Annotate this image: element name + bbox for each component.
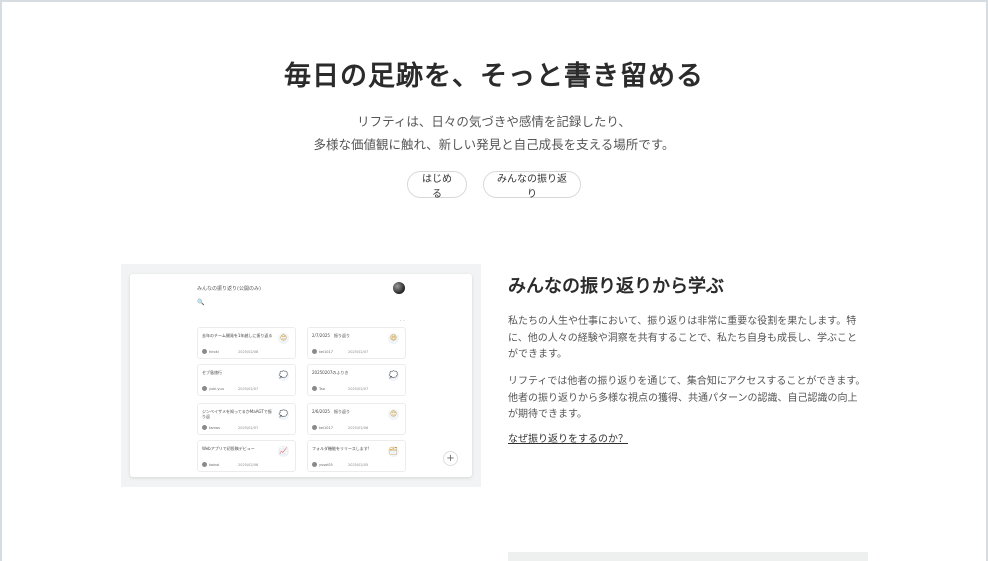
list-item-user: koinoi [202, 462, 219, 467]
chart-icon: 📈 [278, 446, 289, 457]
list-item-title: Webアプリで初投稿デビュー [202, 446, 255, 451]
list-item-user: hiroki [202, 349, 219, 354]
list-item-title: フォルダ機能をリリースします! [312, 446, 370, 451]
search-icon: 🔍 [197, 299, 205, 306]
list-item-title: 20250207のふりき [312, 370, 349, 375]
section-paragraph-2: リフティでは他者の振り返りを通じて、集合知にアクセスすることができます。他者の振… [508, 376, 866, 420]
list-item-date: 2025/02/07 [348, 350, 369, 354]
chat-icon: 💭 [388, 370, 399, 381]
hero-buttons: はじめる みんなの振り返り [0, 171, 988, 200]
everyone-reflections-button[interactable]: みんなの振り返り [483, 171, 581, 200]
add-icon: + [443, 451, 458, 466]
hero-desc-line-2: 多様な価値観に触れ、新しい発見と自己成長を支える場所です。 [313, 137, 675, 152]
list-item-user: kei1017 [312, 349, 333, 354]
list-item: フォルダ機能をリリースします! 🗂 yusei05 2025/02/05 [307, 440, 406, 472]
list-item-date: 2025/02/08 [238, 350, 259, 354]
next-section-edge [508, 552, 868, 561]
list-item-title: セブ島旅行 [202, 370, 222, 375]
list-item-title: 去年のチーム開発を1年越しに振り返る [202, 333, 273, 338]
section-title: みんなの振り返りから学ぶ [508, 276, 724, 297]
list-item: セブ島旅行 💭 yuki.yuu 2025/02/07 [197, 364, 296, 396]
list-item-date: 2025/02/07 [238, 426, 259, 430]
list-item-user: yuki.yuu [202, 386, 224, 391]
list-item-date: 2025/02/06 [348, 426, 369, 430]
section-paragraph-1: 私たちの人生や仕事において、振り返りは非常に重要な役割を果たします。特に、他の人… [508, 316, 857, 360]
list-item: 去年のチーム開発を1年越しに振り返る 😊 hiroki 2025/02/08 [197, 327, 296, 359]
list-item-date: 2025/02/07 [348, 387, 369, 391]
list-item: 2/6/2025 振り返り 😊 kei1017 2025/02/06 [307, 403, 406, 435]
hero-description: リフティは、日々の気づきや感情を記録したり、 多様な価値観に触れ、新しい発見と自… [0, 110, 988, 156]
chat-icon: 💭 [278, 370, 289, 381]
list-item-title: 2/7/2025 振り返り [312, 333, 350, 338]
list-item: Webアプリで初投稿デビュー 📈 koinoi 2025/02/06 [197, 440, 296, 472]
list-item-date: 2025/02/07 [238, 387, 259, 391]
list-item-user: yusei05 [312, 462, 333, 467]
list-item-title: ジンベイザメを知ってるかMaAGTで振り返 [202, 409, 272, 419]
avatar [393, 282, 405, 294]
folder-icon: 🗂 [388, 446, 399, 457]
preview-card: みんなの振り返り(公開のみ) 🔍 · · 去年のチーム開発を1年越しに振り返る … [130, 274, 472, 477]
start-button[interactable]: はじめる [407, 171, 467, 200]
chat-icon: 💭 [278, 409, 289, 420]
list-item-date: 2025/02/06 [238, 463, 259, 467]
list-item-date: 2025/02/05 [348, 463, 369, 467]
hero-title: 毎日の足跡を、そっと書き留める [284, 61, 704, 92]
list-item-user: Tao [312, 386, 325, 391]
list-item: 2/7/2025 振り返り 😄 kei1017 2025/02/07 [307, 327, 406, 359]
list-item: 20250207のふりき 💭 Tao 2025/02/07 [307, 364, 406, 396]
why-reflect-link[interactable]: なぜ振り返りをするのか？ [508, 430, 628, 445]
list-item: ジンベイザメを知ってるかMaAGTで振り返 💭 tamas 2025/02/07 [197, 403, 296, 435]
hero-desc-line-1: リフティは、日々の気づきや感情を記録したり、 [357, 114, 631, 129]
preview-title: みんなの振り返り(公開のみ) [197, 286, 261, 292]
list-item-user: tamas [202, 425, 220, 430]
more-icon: · · [400, 318, 405, 324]
list-item-user: kei1017 [312, 425, 333, 430]
emoji-icon: 😄 [388, 333, 399, 344]
emoji-icon: 😊 [278, 333, 289, 344]
list-item-title: 2/6/2025 振り返り [312, 409, 350, 414]
emoji-icon: 😊 [388, 409, 399, 420]
app-preview: みんなの振り返り(公開のみ) 🔍 · · 去年のチーム開発を1年越しに振り返る … [121, 264, 481, 487]
